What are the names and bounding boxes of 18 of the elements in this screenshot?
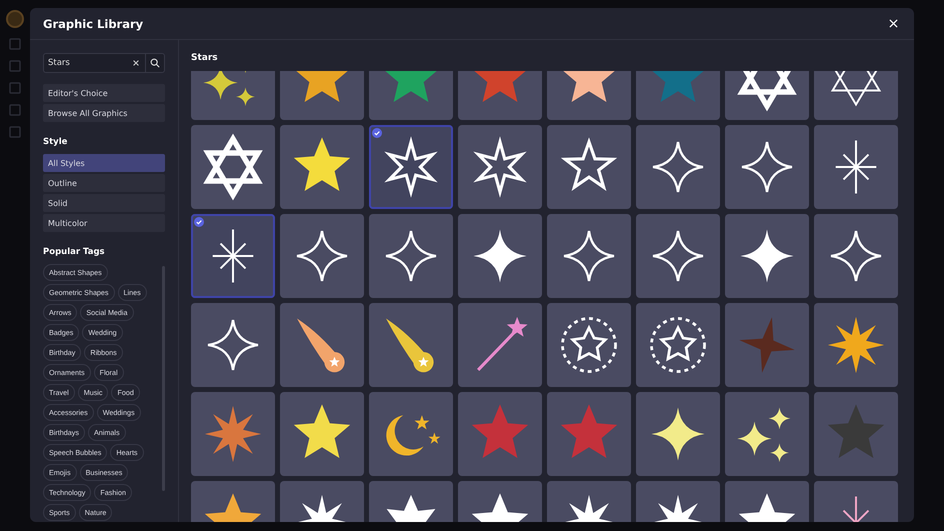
style-option[interactable]: Solid [43,194,165,212]
collection-item[interactable]: Browse All Graphics [43,104,165,122]
section-heading: Popular Tags [43,247,106,257]
close-icon [889,19,898,28]
collection-item[interactable]: Editor's Choice [43,84,165,102]
check-icon [194,217,204,227]
search-icon [150,58,160,68]
check-icon [372,128,382,138]
clear-button[interactable] [127,53,145,73]
style-option[interactable]: Outline [43,174,165,192]
clear-icon [133,60,139,66]
search-field[interactable]: Stars [43,53,127,73]
style-option[interactable]: All Styles [43,154,165,172]
section-heading: Style [43,137,68,147]
style-option[interactable]: Multicolor [43,214,165,232]
search-button[interactable] [145,53,165,73]
dialog-title: Graphic Library [43,16,144,30]
results-title: Stars [191,53,219,63]
